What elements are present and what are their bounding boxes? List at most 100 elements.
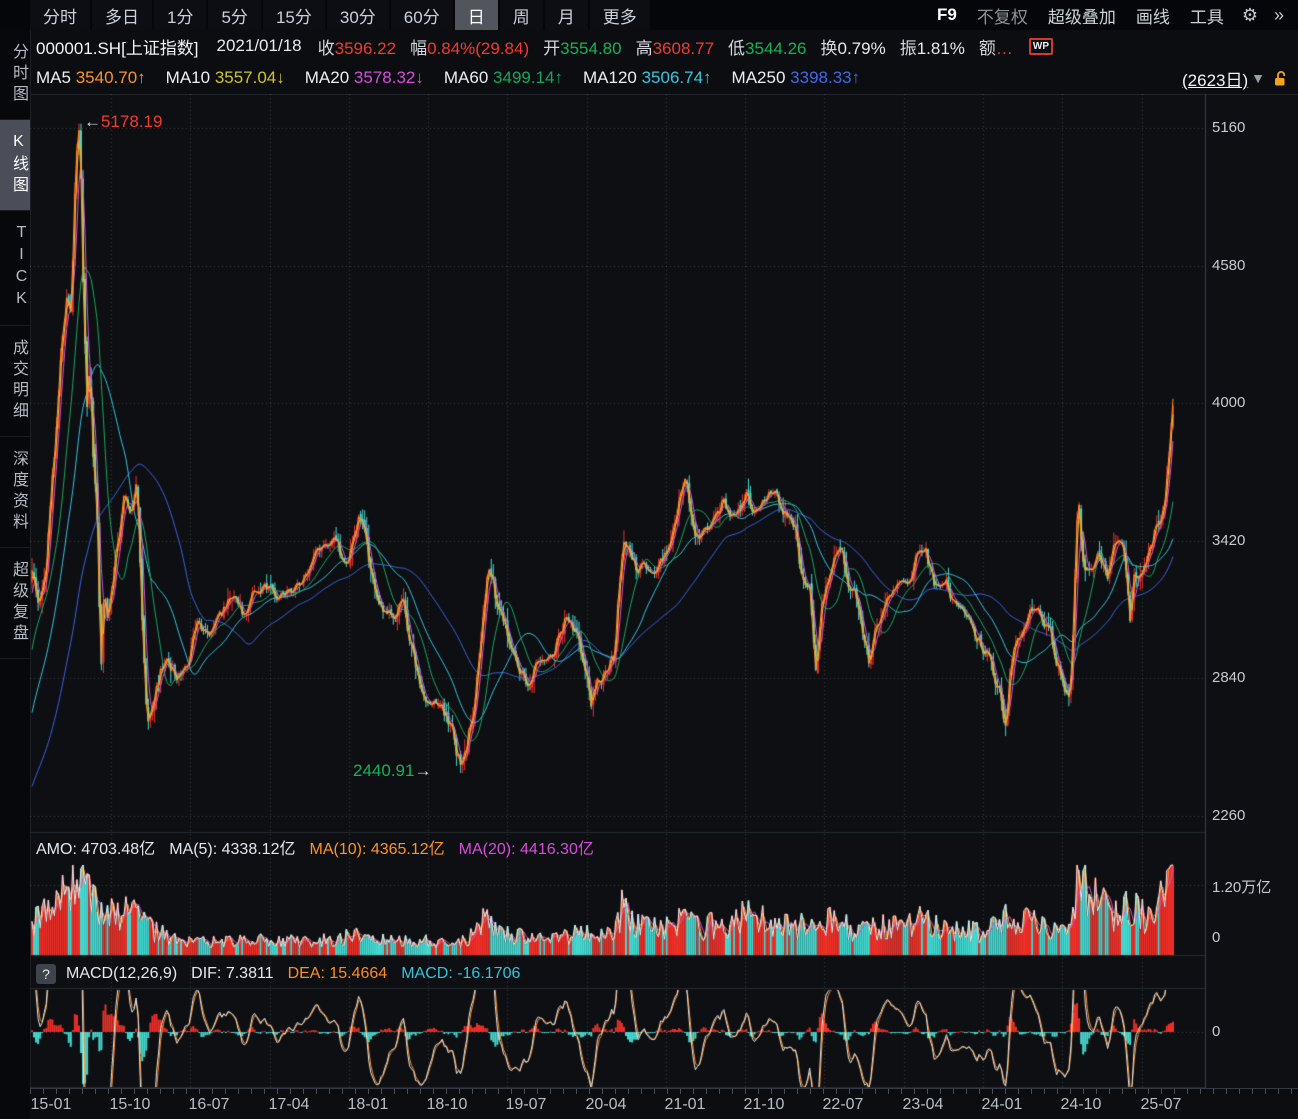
expand-more-icon[interactable]: »: [1266, 0, 1292, 30]
ma10-value: 3557.04: [215, 68, 276, 87]
sidebar-item-minute-chart[interactable]: 分时图: [0, 30, 30, 120]
sidebar-item-depth-data[interactable]: 深度资料: [0, 437, 30, 548]
chevron-down-icon[interactable]: ▼: [1251, 70, 1265, 86]
tab-multiday[interactable]: 多日: [92, 0, 152, 30]
close-label: 收: [318, 39, 335, 58]
open-value: 3554.80: [560, 39, 621, 58]
price-axis-tick: 2260: [1212, 807, 1245, 824]
tab-60min[interactable]: 60分: [391, 0, 453, 30]
sidebar-item-tick[interactable]: TICK: [0, 211, 30, 326]
tab-5min[interactable]: 5分: [208, 0, 260, 30]
ma5-item: MA5 3540.70↑: [30, 68, 146, 88]
ma-bar-right: (2623日) ▼: [1182, 66, 1288, 91]
high-label: 高: [636, 39, 653, 58]
tab-30min[interactable]: 30分: [327, 0, 389, 30]
toolbar-right: F9 不复权 超级叠加 画线 工具 ⚙ »: [927, 0, 1292, 30]
symbol-name[interactable]: 000001.SH[上证指数]: [36, 34, 199, 59]
price-axis-tick: 2840: [1212, 669, 1245, 686]
amplitude-label: 振: [900, 39, 917, 58]
ma120-label: MA120: [583, 68, 637, 87]
macd-pane-header: ? MACD(12,26,9) DIF: 7.3811 DEA: 15.4664…: [36, 958, 520, 990]
amount-label: 额: [979, 39, 996, 58]
no-adjust-button[interactable]: 不复权: [967, 0, 1038, 30]
cycle-low-annotation: 2440.91→: [353, 761, 431, 781]
amplitude-value: 1.81%: [917, 39, 965, 58]
low-value: 3544.26: [745, 39, 806, 58]
volume-ma5-value: MA(5): 4338.12亿: [169, 835, 295, 859]
ma120-arrow-icon: ↑: [703, 68, 712, 87]
high-value-text: 5178.19: [101, 112, 162, 131]
tab-minute-chart[interactable]: 分时: [30, 0, 90, 30]
x-axis-label: 20-04: [576, 1096, 636, 1114]
dif-value: DIF: 7.3811: [191, 965, 273, 983]
volume-pane-header: AMO: 4703.48亿 MA(5): 4338.12亿 MA(10): 43…: [36, 832, 594, 862]
ma5-arrow-icon: ↑: [137, 68, 146, 87]
low-value-text: 2440.91: [353, 761, 414, 780]
sidebar-item-super-replay[interactable]: 超级复盘: [0, 548, 30, 659]
low-field: 低3544.26: [728, 34, 806, 59]
f9-button[interactable]: F9: [927, 0, 967, 30]
ma250-value: 3398.33: [790, 68, 851, 87]
low-label: 低: [728, 39, 745, 58]
tab-monthly[interactable]: 月: [545, 0, 588, 30]
amplitude-field: 振1.81%: [900, 34, 965, 59]
close-value: 3596.22: [335, 39, 396, 58]
ma120-value: 3506.74: [642, 68, 703, 87]
sidebar-item-trade-detail[interactable]: 成交明细: [0, 326, 30, 437]
change-label: 幅: [410, 39, 427, 58]
high-value: 3608.77: [653, 39, 714, 58]
turnover-field: 换0.79%: [821, 34, 886, 59]
volume-ma20-value: MA(20): 4416.30亿: [459, 835, 594, 859]
macd-axis-tick: 0: [1212, 1023, 1220, 1040]
tab-15min[interactable]: 15分: [263, 0, 325, 30]
x-axis-label: 22-07: [813, 1096, 873, 1114]
draw-line-button[interactable]: 画线: [1126, 0, 1180, 30]
x-axis-label: 17-04: [259, 1096, 319, 1114]
visible-days-dropdown[interactable]: (2623日): [1182, 66, 1248, 91]
period-toolbar: 分时 多日 1分 5分 15分 30分 60分 日 周 月 更多 F9 不复权 …: [0, 0, 1298, 31]
x-axis-label: 21-01: [655, 1096, 715, 1114]
tab-weekly[interactable]: 周: [500, 0, 543, 30]
left-arrow-icon: ←: [84, 112, 101, 131]
all-time-high-annotation: ←5178.19: [84, 112, 162, 132]
tab-1min[interactable]: 1分: [154, 0, 206, 30]
x-axis-label: 15-10: [100, 1096, 160, 1114]
high-field: 高3608.77: [636, 34, 714, 59]
ma10-label: MA10: [166, 68, 210, 87]
help-icon[interactable]: ?: [36, 964, 56, 984]
x-axis-label: 24-01: [972, 1096, 1032, 1114]
x-axis[interactable]: 15-0115-1016-0717-0418-0118-1019-0720-04…: [30, 1088, 1298, 1119]
ma60-label: MA60: [444, 68, 488, 87]
ma10-arrow-icon: ↓: [276, 68, 285, 87]
tab-more[interactable]: 更多: [590, 0, 650, 30]
ma20-label: MA20: [305, 68, 349, 87]
tab-daily[interactable]: 日: [455, 0, 498, 30]
ma5-label: MA5: [36, 68, 71, 87]
quote-date: 2021/01/18: [217, 36, 302, 56]
left-nav-sidebar: 分时图 K线图 TICK 成交明细 深度资料 超级复盘: [0, 30, 31, 1119]
tools-button[interactable]: 工具: [1180, 0, 1234, 30]
wp-badge-icon[interactable]: WP: [1029, 38, 1053, 55]
gear-icon[interactable]: ⚙: [1234, 0, 1266, 30]
ma20-value: 3578.32: [354, 68, 415, 87]
macd-value: MACD: -16.1706: [401, 965, 520, 983]
ma250-item: MA250 3398.33↑: [726, 68, 861, 88]
volume-ma10-value: MA(10): 4365.12亿: [309, 835, 444, 859]
amo-value: AMO: 4703.48亿: [36, 835, 155, 859]
x-axis-label: 23-04: [893, 1096, 953, 1114]
ma120-item: MA120 3506.74↑: [577, 68, 712, 88]
sidebar-item-kline-chart[interactable]: K线图: [0, 120, 30, 211]
super-overlay-button[interactable]: 超级叠加: [1038, 0, 1126, 30]
ma10-item: MA10 3557.04↓: [160, 68, 285, 88]
ma60-arrow-icon: ↑: [554, 68, 563, 87]
amount-field: 额…: [979, 34, 1013, 59]
x-axis-label: 15-01: [21, 1096, 81, 1114]
volume-axis-tick: 1.20万亿: [1212, 876, 1271, 897]
macd-name[interactable]: MACD(12,26,9): [66, 965, 177, 983]
kline-chart-canvas[interactable]: [30, 94, 1298, 1088]
x-axis-label: 16-07: [179, 1096, 239, 1114]
price-axis-tick: 4580: [1212, 257, 1245, 274]
right-arrow-icon: →: [414, 761, 431, 780]
amount-value: …: [996, 39, 1013, 58]
unlock-icon[interactable]: [1273, 70, 1288, 87]
